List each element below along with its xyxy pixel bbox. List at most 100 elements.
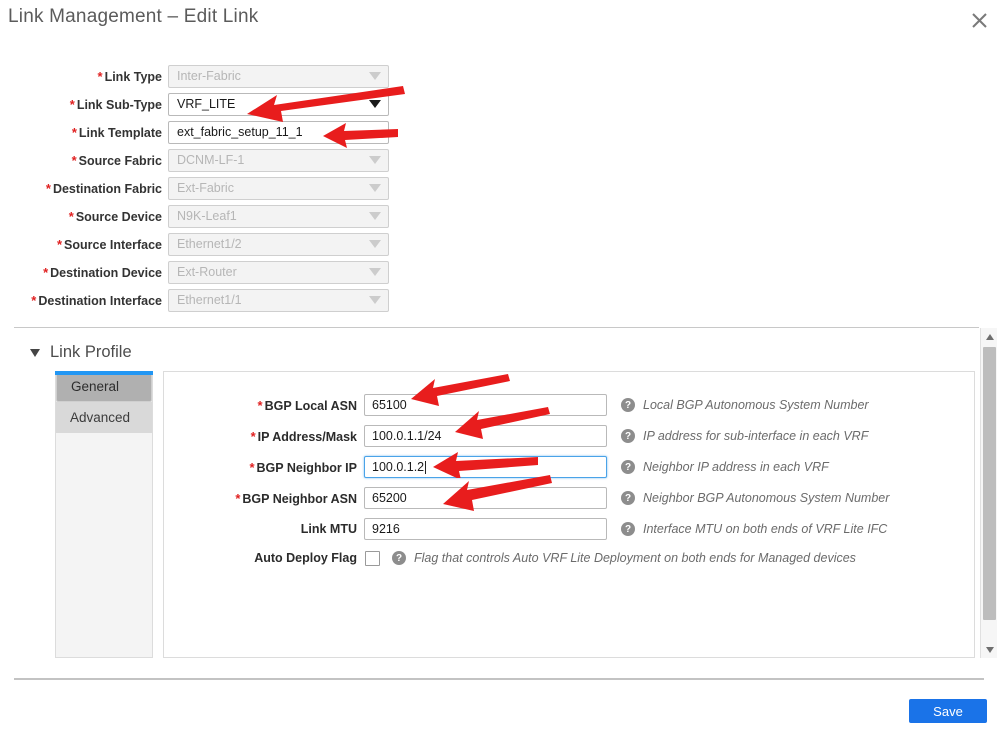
bgp-neighbor-ip-help: ? Neighbor IP address in each VRF xyxy=(621,460,829,474)
link-type-value: Inter-Fabric xyxy=(168,64,389,88)
form-row-link-sub-type: * Link Sub-Type VRF_LITE xyxy=(0,91,420,117)
text-cursor xyxy=(425,460,427,474)
link-type-field[interactable]: Inter-Fabric xyxy=(168,64,389,88)
save-button[interactable]: Save xyxy=(909,699,987,723)
tab-advanced[interactable]: Advanced xyxy=(56,402,152,433)
destination-interface-label: * Destination Interface xyxy=(31,292,162,308)
link-mtu-field[interactable]: 9216 xyxy=(364,518,607,540)
chevron-down-icon xyxy=(369,212,381,220)
help-question-icon[interactable]: ? xyxy=(621,429,635,443)
bgp-neighbor-asn-help: ? Neighbor BGP Autonomous System Number xyxy=(621,491,889,505)
link-sub-type-field[interactable]: VRF_LITE xyxy=(168,92,389,116)
required-asterisk: * xyxy=(31,292,37,308)
source-interface-value: Ethernet1/2 xyxy=(168,232,389,256)
destination-fabric-label: * Destination Fabric xyxy=(45,180,162,196)
field-row-bgp-neighbor-ip: * BGP Neighbor IP 100.0.1.2 ? Neighbor IP… xyxy=(164,452,829,482)
link-profile-panel: * BGP Local ASN 65100 ? Local BGP Autonom… xyxy=(163,371,975,658)
required-asterisk: * xyxy=(249,459,255,475)
link-mtu-help-text: Interface MTU on both ends of VRF Lite I… xyxy=(643,522,888,536)
bgp-neighbor-ip-field[interactable]: 100.0.1.2 xyxy=(364,456,607,478)
link-mtu-label: Link MTU xyxy=(300,522,357,536)
scrollbar-thumb[interactable] xyxy=(983,347,996,620)
chevron-down-icon xyxy=(369,184,381,192)
bgp-neighbor-asn-help-text: Neighbor BGP Autonomous System Number xyxy=(643,491,890,505)
link-template-value: ext_fabric_setup_11_1 xyxy=(168,120,389,144)
field-row-bgp-local-asn: * BGP Local ASN 65100 ? Local BGP Autonom… xyxy=(164,390,869,420)
help-question-icon[interactable]: ? xyxy=(621,398,635,412)
required-asterisk: * xyxy=(97,68,103,84)
required-asterisk: * xyxy=(71,124,77,140)
close-icon[interactable] xyxy=(965,6,993,34)
source-fabric-field[interactable]: DCNM-LF-1 xyxy=(168,148,389,172)
vertical-scrollbar[interactable] xyxy=(980,328,997,658)
link-profile-title: Link Profile xyxy=(50,343,132,361)
scroll-down-arrow-icon[interactable] xyxy=(981,641,998,658)
ip-address-mask-field[interactable]: 100.0.1.1/24 xyxy=(364,425,607,447)
auto-deploy-flag-checkbox[interactable] xyxy=(365,550,380,566)
chevron-down-icon xyxy=(369,296,381,304)
link-type-label: * Link Type xyxy=(97,68,162,84)
form-row-destination-fabric: * Destination Fabric Ext-Fabric xyxy=(0,175,420,201)
required-asterisk: * xyxy=(45,180,51,196)
link-sub-type-label: * Link Sub-Type xyxy=(69,96,162,112)
source-device-label: * Source Device xyxy=(68,208,162,224)
source-interface-field[interactable]: Ethernet1/2 xyxy=(168,232,389,256)
ip-address-mask-help-text: IP address for sub-interface in each VRF xyxy=(643,429,869,443)
auto-deploy-flag-help-text: Flag that controls Auto VRF Lite Deploym… xyxy=(414,551,856,565)
help-question-icon[interactable]: ? xyxy=(621,491,635,505)
chevron-down-icon xyxy=(369,268,381,276)
required-asterisk: * xyxy=(71,152,77,168)
page-title: Link Management – Edit Link xyxy=(8,6,259,27)
auto-deploy-flag-help: ? Flag that controls Auto VRF Lite Deplo… xyxy=(392,551,856,565)
bgp-local-asn-value: 65100 xyxy=(372,398,407,412)
bgp-neighbor-asn-value: 65200 xyxy=(372,491,407,505)
tab-accent-bar xyxy=(55,371,153,375)
required-asterisk: * xyxy=(250,428,256,444)
tab-general[interactable]: General xyxy=(56,371,152,402)
destination-device-field[interactable]: Ext-Router xyxy=(168,260,389,284)
field-row-ip-address-mask: * IP Address/Mask 100.0.1.1/24 ? IP addre… xyxy=(164,421,868,451)
chevron-down-icon xyxy=(369,240,381,248)
link-template-field[interactable]: ext_fabric_setup_11_1 xyxy=(168,120,389,144)
chevron-down-icon xyxy=(369,156,381,164)
source-device-field[interactable]: N9K-Leaf1 xyxy=(168,204,389,228)
source-interface-label: * Source Interface xyxy=(56,236,162,252)
destination-device-value: Ext-Router xyxy=(168,260,389,284)
required-asterisk: * xyxy=(257,397,263,413)
chevron-down-icon xyxy=(369,72,381,80)
required-asterisk: * xyxy=(56,236,63,252)
help-question-icon[interactable]: ? xyxy=(621,460,635,474)
form-row-source-device: * Source Device N9K-Leaf1 xyxy=(0,203,420,229)
triangle-down-icon[interactable] xyxy=(30,348,40,357)
bgp-local-asn-help: ? Local BGP Autonomous System Number xyxy=(621,398,869,412)
section-divider xyxy=(14,327,979,328)
link-mtu-value: 9216 xyxy=(372,522,400,536)
bgp-neighbor-ip-help-text: Neighbor IP address in each VRF xyxy=(643,460,829,474)
required-asterisk: * xyxy=(68,208,74,224)
form-row-link-type: * Link Type Inter-Fabric xyxy=(0,63,420,89)
scroll-up-arrow-icon[interactable] xyxy=(981,328,998,345)
source-device-value: N9K-Leaf1 xyxy=(168,204,389,228)
form-row-destination-device: * Destination Device Ext-Router xyxy=(0,259,420,285)
bgp-local-asn-field[interactable]: 65100 xyxy=(364,394,607,416)
form-row-source-fabric: * Source Fabric DCNM-LF-1 xyxy=(0,147,420,173)
destination-interface-field[interactable]: Ethernet1/1 xyxy=(168,288,389,312)
link-mtu-help: ? Interface MTU on both ends of VRF Lite… xyxy=(621,522,887,536)
source-fabric-label: * Source Fabric xyxy=(71,152,162,168)
link-profile-tabs: General Advanced xyxy=(55,371,153,658)
destination-fabric-field[interactable]: Ext-Fabric xyxy=(168,176,389,200)
footer-divider xyxy=(14,678,984,680)
bgp-neighbor-asn-field[interactable]: 65200 xyxy=(364,487,607,509)
bgp-neighbor-asn-label: * BGP Neighbor ASN xyxy=(235,490,357,506)
chevron-down-icon xyxy=(369,100,381,108)
required-asterisk: * xyxy=(235,490,241,506)
help-question-icon[interactable]: ? xyxy=(621,522,635,536)
bgp-neighbor-ip-label: * BGP Neighbor IP xyxy=(249,459,357,475)
bgp-local-asn-label: * BGP Local ASN xyxy=(257,397,357,413)
destination-device-label: * Destination Device xyxy=(43,264,162,280)
ip-address-mask-label: * IP Address/Mask xyxy=(250,428,357,444)
form-row-destination-interface: * Destination Interface Ethernet1/1 xyxy=(0,287,420,313)
field-row-bgp-neighbor-asn: * BGP Neighbor ASN 65200 ? Neighbor BGP A… xyxy=(164,483,889,513)
required-asterisk: * xyxy=(69,96,75,112)
help-question-icon[interactable]: ? xyxy=(392,551,406,565)
